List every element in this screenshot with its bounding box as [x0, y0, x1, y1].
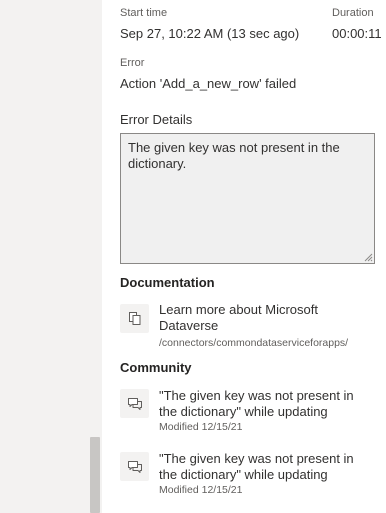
scrollbar-track[interactable]: [88, 0, 102, 513]
community-item-title[interactable]: "The given key was not present in the di…: [159, 388, 369, 420]
documentation-item-url: /connectors/commondataserviceforapps/: [159, 337, 349, 349]
document-icon: [128, 312, 140, 325]
duration-value: 00:00:11: [332, 26, 382, 41]
documentation-item-icon[interactable]: [120, 304, 149, 333]
error-label: Error: [120, 57, 145, 69]
background-canvas: [0, 0, 102, 513]
community-item-modified: Modified 12/15/21: [159, 484, 243, 496]
duration-label: Duration: [332, 7, 374, 19]
scrollbar-thumb[interactable]: [90, 437, 100, 513]
community-item-title[interactable]: "The given key was not present in the di…: [159, 451, 369, 483]
error-details-message: The given key was not present in the dic…: [128, 140, 340, 171]
community-item-icon[interactable]: [120, 452, 149, 481]
chat-icon: [127, 397, 142, 410]
chat-icon: [127, 460, 142, 473]
error-value: Action 'Add_a_new_row' failed: [120, 76, 297, 91]
documentation-title: Documentation: [120, 275, 215, 290]
error-details-textarea[interactable]: The given key was not present in the dic…: [120, 133, 375, 264]
run-details-panel: Start time Sep 27, 10:22 AM (13 sec ago)…: [102, 0, 386, 513]
start-time-label: Start time: [120, 7, 168, 19]
community-item[interactable]: "The given key was not present in the di…: [159, 388, 369, 433]
community-item[interactable]: "The given key was not present in the di…: [159, 451, 369, 496]
error-details-title: Error Details: [120, 112, 193, 127]
documentation-item[interactable]: Learn more about Microsoft Dataverse /co…: [159, 302, 374, 349]
documentation-item-title[interactable]: Learn more about Microsoft Dataverse: [159, 302, 374, 334]
community-title: Community: [120, 360, 192, 375]
start-time-value: Sep 27, 10:22 AM (13 sec ago): [120, 26, 300, 41]
resize-grip-icon[interactable]: [364, 253, 373, 262]
community-item-icon[interactable]: [120, 389, 149, 418]
community-item-modified: Modified 12/15/21: [159, 421, 243, 433]
